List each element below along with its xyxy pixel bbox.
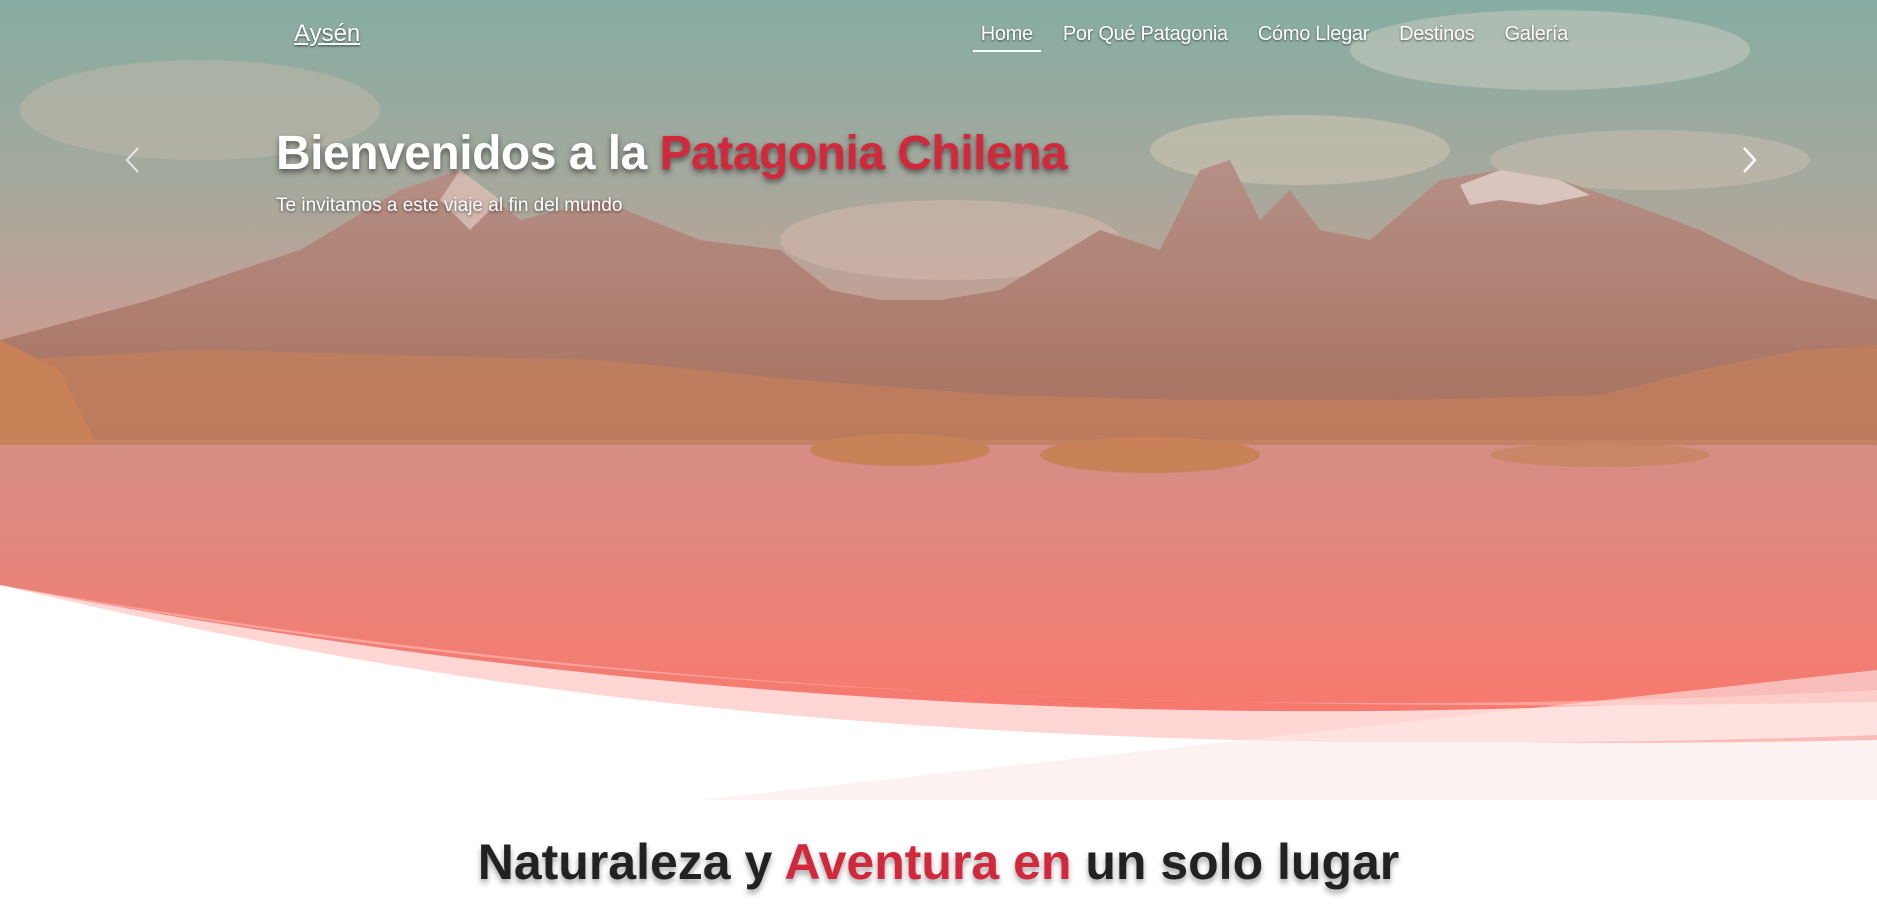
nav-menu: Home Por Qué Patagonia Cómo Llegar Desti… [972, 20, 1584, 52]
nav-item-como-llegar[interactable]: Cómo Llegar [1243, 20, 1384, 50]
nav-item-destinos[interactable]: Destinos [1384, 20, 1489, 50]
carousel-prev-button[interactable] [114, 140, 154, 180]
hero-title-accent: Patagonia Chilena [659, 127, 1068, 180]
section-title: Naturaleza y Aventura en un solo lugar [0, 833, 1877, 891]
hero-subtitle: Te invitamos a este viaje al fin del mun… [276, 195, 623, 216]
hero-title-prefix: Bienvenidos a la [276, 127, 660, 180]
section-title-accent: Aventura en [784, 834, 1072, 890]
carousel-next-button[interactable] [1728, 140, 1768, 180]
section-title-part1: Naturaleza y [477, 834, 785, 890]
nav-item-por-que-patagonia[interactable]: Por Qué Patagonia [1048, 20, 1243, 50]
section-title-part2: un solo lugar [1071, 834, 1400, 890]
top-navbar: Aysén Home Por Qué Patagonia Cómo Llegar… [0, 0, 1877, 70]
nav-item-home[interactable]: Home [972, 20, 1041, 52]
hero-title: Bienvenidos a la Patagonia Chilena [276, 126, 1068, 181]
chevron-left-icon [125, 147, 139, 173]
nav-item-galeria[interactable]: Galería [1490, 20, 1584, 50]
wave-divider [0, 585, 1877, 800]
chevron-right-icon [1743, 147, 1757, 173]
brand-logo-link[interactable]: Aysén [294, 20, 360, 48]
